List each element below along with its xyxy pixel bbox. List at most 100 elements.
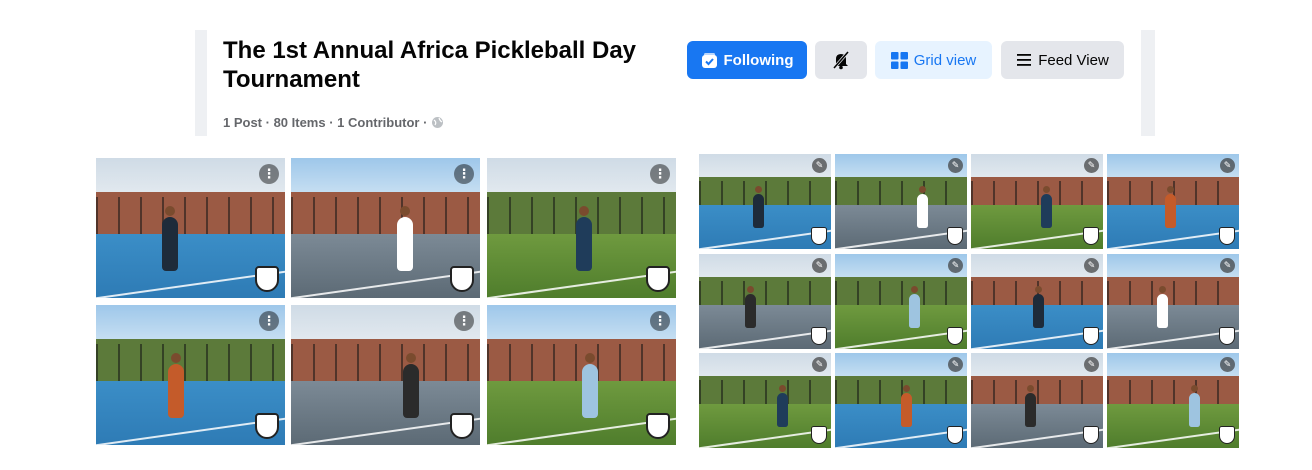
photo-player-head [779,385,786,392]
photo-player-head [406,353,416,363]
photo-player-head [171,353,181,363]
photo-player [777,393,788,427]
photo-player [1165,194,1176,228]
photo-player [1033,294,1044,328]
photo-player [745,294,756,328]
watermark-badge [811,426,827,444]
bell-off-icon [831,50,851,70]
photo-player [1157,294,1168,328]
list-icon [1016,53,1032,67]
photo-player [403,364,419,418]
photo-tile[interactable]: ✎ [971,154,1103,249]
photo-player-head [400,206,410,216]
photo-player-head [919,186,926,193]
photo-player-head [903,385,910,392]
more-options-icon[interactable]: ⋮ [650,311,670,331]
watermark-badge [646,413,670,439]
edit-icon[interactable]: ✎ [1220,258,1235,273]
more-options-icon[interactable]: ⋮ [259,164,279,184]
grid-view-label: Grid view [913,51,977,69]
follow-check-icon [701,52,718,69]
photo-player-head [1167,186,1174,193]
grid-view-button[interactable]: Grid view [875,41,992,79]
photo-player [1025,393,1036,427]
photo-player-head [579,206,589,216]
photo-tile[interactable]: ⋮ [487,158,676,298]
album-meta-text: 1 Post · 80 Items · 1 Contributor · [223,115,428,130]
edit-icon[interactable]: ✎ [812,258,827,273]
photo-tile[interactable]: ✎ [835,353,967,448]
edit-icon[interactable]: ✎ [1220,357,1235,372]
photo-player [162,217,178,271]
photo-player-head [755,186,762,193]
watermark-badge [1219,426,1235,444]
following-button[interactable]: Following [687,41,807,79]
photo-player [1189,393,1200,427]
watermark-badge [947,327,963,345]
photo-tile[interactable]: ✎ [1107,353,1239,448]
more-options-icon[interactable]: ⋮ [454,311,474,331]
photo-player-head [1035,286,1042,293]
edit-icon[interactable]: ✎ [948,158,963,173]
header-divider-right [1141,30,1155,136]
watermark-badge [1083,426,1099,444]
photo-tile[interactable]: ✎ [699,254,831,349]
photo-player [917,194,928,228]
edit-icon[interactable]: ✎ [1220,158,1235,173]
globe-icon [431,116,444,129]
photo-player [753,194,764,228]
watermark-badge [1219,327,1235,345]
grid-icon [890,51,908,69]
watermark-badge [450,266,474,292]
more-options-icon[interactable]: ⋮ [454,164,474,184]
photo-player [901,393,912,427]
photo-player [576,217,592,271]
more-options-icon[interactable]: ⋮ [259,311,279,331]
watermark-badge [450,413,474,439]
photo-tile[interactable]: ⋮ [96,305,285,445]
photo-tile[interactable]: ⋮ [291,305,480,445]
photo-tile[interactable]: ✎ [971,254,1103,349]
photo-tile[interactable]: ✎ [971,353,1103,448]
following-label: Following [723,51,794,69]
photo-player-head [165,206,175,216]
photo-player-head [1191,385,1198,392]
feed-view-button[interactable]: Feed View [1001,41,1124,79]
edit-icon[interactable]: ✎ [948,258,963,273]
mute-notifications-button[interactable] [815,41,867,79]
watermark-badge [255,413,279,439]
photo-player-head [911,286,918,293]
photo-tile[interactable]: ✎ [1107,254,1239,349]
photo-player-head [747,286,754,293]
watermark-badge [646,266,670,292]
edit-icon[interactable]: ✎ [1084,158,1099,173]
photo-tile[interactable]: ✎ [835,254,967,349]
more-options-icon[interactable]: ⋮ [650,164,670,184]
edit-icon[interactable]: ✎ [812,158,827,173]
photo-tile[interactable]: ⋮ [291,158,480,298]
photo-tile[interactable]: ⋮ [487,305,676,445]
photo-player [909,294,920,328]
edit-icon[interactable]: ✎ [1084,258,1099,273]
photo-tile[interactable]: ⋮ [96,158,285,298]
photo-player-head [585,353,595,363]
photo-player [1041,194,1052,228]
watermark-badge [947,426,963,444]
watermark-badge [1083,327,1099,345]
feed-view-label: Feed View [1038,51,1109,69]
photo-tile[interactable]: ✎ [835,154,967,249]
photo-player-head [1159,286,1166,293]
edit-icon[interactable]: ✎ [812,357,827,372]
watermark-badge [255,266,279,292]
edit-icon[interactable]: ✎ [948,357,963,372]
album-title: The 1st Annual Africa Pickleball Day Tou… [223,37,637,93]
header-divider-left [195,30,207,136]
album-meta: 1 Post · 80 Items · 1 Contributor · [223,115,444,130]
photo-tile[interactable]: ✎ [699,154,831,249]
watermark-badge [811,327,827,345]
photo-tile[interactable]: ✎ [1107,154,1239,249]
photo-player-head [1043,186,1050,193]
watermark-badge [1219,227,1235,245]
edit-icon[interactable]: ✎ [1084,357,1099,372]
photo-tile[interactable]: ✎ [699,353,831,448]
